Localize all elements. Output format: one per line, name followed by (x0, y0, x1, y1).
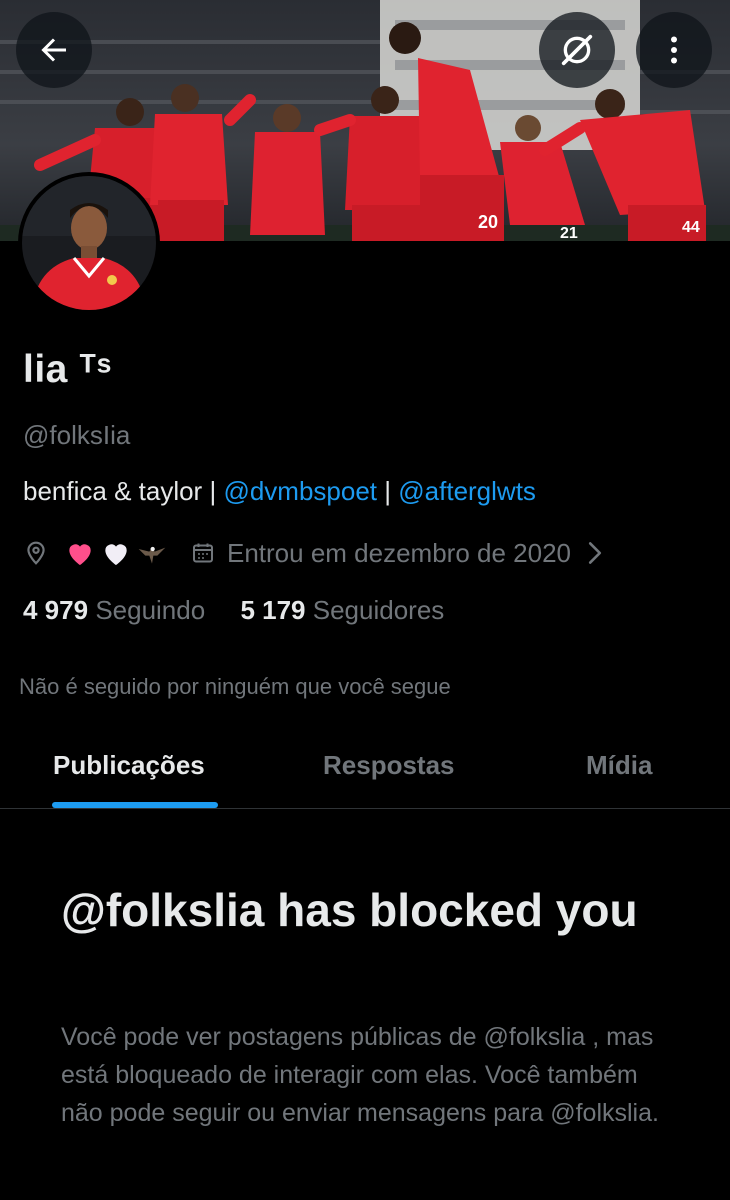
calendar-icon (191, 540, 215, 566)
bio: benfica & taylor | @dvmbspoet | @aftergl… (23, 476, 536, 507)
follow-stats: 4 979 Seguindo 5 179 Seguidores (23, 595, 444, 626)
active-tab-indicator (52, 802, 218, 808)
arrow-left-icon (41, 38, 66, 62)
username-handle: @folksIia (23, 420, 131, 450)
bio-text: benfica & taylor (23, 476, 203, 506)
tab-posts[interactable]: Publicações (53, 750, 205, 781)
avatar-image (22, 176, 156, 310)
blocked-description: Você pode ver postagens públicas de @fol… (61, 1023, 659, 1127)
following-label: Seguindo (95, 595, 206, 625)
grok-button[interactable] (539, 12, 615, 88)
location-emojis (63, 537, 169, 569)
profile-tabs: Publicações Respostas Mídia (0, 728, 730, 809)
pink-heart-icon (69, 544, 91, 565)
svg-text:44: 44 (682, 219, 700, 236)
location-pin-icon (23, 539, 49, 567)
following-stat[interactable]: 4 979 Seguindo (23, 595, 205, 626)
svg-text:21: 21 (560, 225, 578, 241)
white-heart-icon (105, 544, 127, 565)
grok-icon (561, 34, 593, 66)
profile-meta-row: Entrou em dezembro de 2020 (23, 535, 603, 571)
more-vertical-icon (671, 36, 677, 64)
back-button[interactable] (16, 12, 92, 88)
followers-stat[interactable]: 5 179 Seguidores (240, 595, 444, 626)
not-followed-notice: Não é seguido por ninguém que você segue (19, 674, 451, 699)
joined-date[interactable]: Entrou em dezembro de 2020 (227, 538, 571, 569)
bio-separator: | (384, 476, 392, 506)
bio-link-dvmbspoet[interactable]: @dvmbspoet (223, 476, 377, 506)
more-options-button[interactable] (636, 12, 712, 88)
display-name: lia ᵀˢ (23, 348, 112, 391)
eagle-icon (138, 546, 166, 564)
bio-link-afterglwts[interactable]: @afterglwts (398, 476, 536, 506)
bio-separator: | (209, 476, 217, 506)
tab-replies[interactable]: Respostas (323, 750, 455, 781)
blocked-title: @folkslia has blocked you (61, 884, 638, 936)
avatar[interactable] (18, 172, 160, 314)
tab-media[interactable]: Mídia (586, 750, 652, 781)
chevron-right-icon[interactable] (587, 541, 603, 565)
following-count: 4 979 (23, 595, 89, 625)
followers-label: Seguidores (312, 595, 445, 625)
followers-count: 5 179 (240, 595, 306, 625)
svg-text:20: 20 (478, 212, 498, 232)
